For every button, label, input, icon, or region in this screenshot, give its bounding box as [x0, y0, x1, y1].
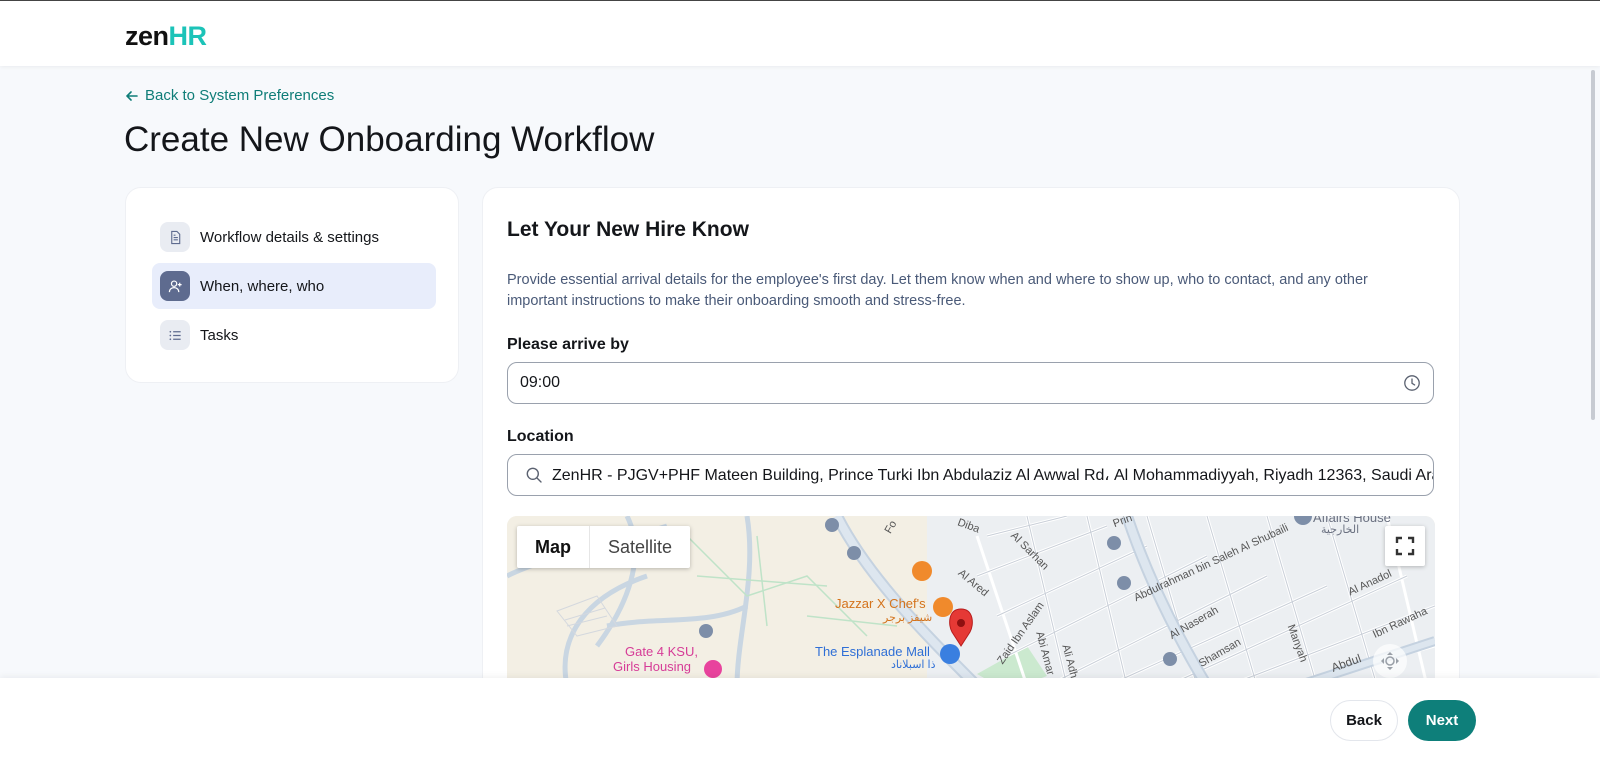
- page-title: Create New Onboarding Workflow: [124, 120, 655, 159]
- location-value: ZenHR - PJGV+PHF Mateen Building, Prince…: [552, 467, 1434, 484]
- arrival-details-card: Let Your New Hire Know Provide essential…: [482, 187, 1460, 747]
- logo-text-zen: zen: [125, 21, 169, 51]
- search-icon: [526, 467, 542, 483]
- clock-icon[interactable]: [1403, 374, 1421, 392]
- map-poi-gate4-line1[interactable]: Gate 4 KSU,: [625, 644, 698, 659]
- step-workflow-details[interactable]: Workflow details & settings: [152, 214, 436, 260]
- fullscreen-button[interactable]: [1385, 526, 1425, 566]
- section-title: Let Your New Hire Know: [507, 218, 749, 241]
- step-label: Workflow details & settings: [200, 228, 379, 246]
- map-poi-jazzar[interactable]: Jazzar X Chef's: [835, 596, 926, 611]
- section-description: Provide essential arrival details for th…: [507, 272, 1368, 309]
- fullscreen-icon: [1395, 536, 1415, 556]
- back-to-system-preferences-link[interactable]: Back to System Preferences: [125, 87, 334, 104]
- location-label: Location: [507, 428, 574, 445]
- move-arrows-icon: [1381, 652, 1399, 670]
- step-tasks[interactable]: Tasks: [152, 312, 436, 358]
- workflow-steps-panel: Workflow details & settings When, where,…: [125, 187, 459, 383]
- back-button[interactable]: Back: [1330, 700, 1398, 741]
- map-poi-esplanade-mall[interactable]: The Esplanade Mall: [815, 644, 930, 659]
- back-link-label: Back to System Preferences: [145, 87, 335, 104]
- page-scrollbar[interactable]: [1591, 70, 1595, 420]
- logo-text-hr: HR: [168, 21, 208, 51]
- arrive-by-value: 09:00: [520, 374, 561, 391]
- map-type-toggle[interactable]: Map Satellite: [517, 526, 691, 568]
- map-camera-control[interactable]: [1373, 644, 1407, 678]
- arrive-by-time-input[interactable]: 09:00: [507, 362, 1434, 404]
- map-poi-gate4-line2: Girls Housing: [613, 659, 692, 674]
- top-bar: zenHR: [0, 0, 1600, 66]
- document-icon: [160, 222, 190, 252]
- map-poi-jazzar-arabic: شيفز برجر: [883, 612, 933, 624]
- location-search-input[interactable]: ZenHR - PJGV+PHF Mateen Building, Prince…: [507, 454, 1434, 496]
- user-plus-icon: [160, 271, 190, 301]
- step-label: Tasks: [200, 326, 239, 344]
- arrow-left-icon: [126, 90, 138, 101]
- zenhr-logo[interactable]: zenHR: [125, 21, 207, 52]
- map-type-satellite-button[interactable]: Satellite: [590, 526, 690, 568]
- footer-action-bar: Back Next: [0, 678, 1600, 760]
- next-button[interactable]: Next: [1408, 700, 1476, 741]
- list-icon: [160, 320, 190, 350]
- map-poi-esplanade-arabic: ذا اسبلاناد: [891, 659, 936, 671]
- step-label: When, where, who: [200, 277, 325, 295]
- arrive-by-label: Please arrive by: [507, 336, 629, 353]
- step-when-where-who[interactable]: When, where, who: [152, 263, 436, 309]
- map-type-map-button[interactable]: Map: [517, 526, 590, 568]
- map-poi-affairs-arabic: الخارجية: [1321, 524, 1360, 536]
